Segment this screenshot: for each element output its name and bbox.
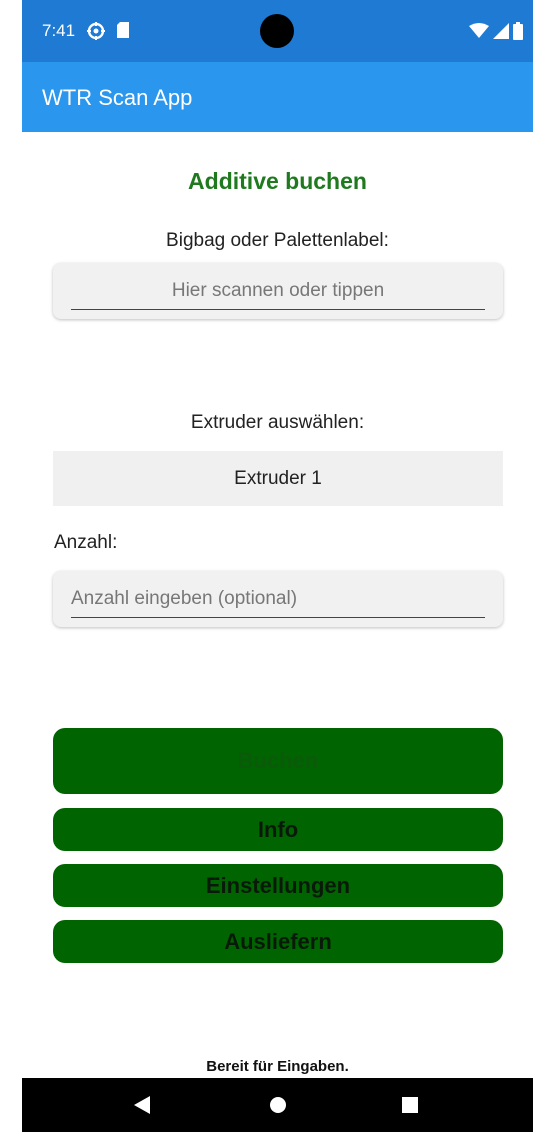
status-bar: 7:41 [22, 0, 533, 62]
anzahl-input[interactable] [71, 581, 485, 618]
back-icon[interactable] [134, 1096, 150, 1114]
status-right-icons [469, 20, 523, 42]
ausliefern-button[interactable]: Ausliefern [53, 920, 503, 963]
scan-input-container [53, 263, 503, 319]
device-screen: 7:41 WTR Scan App Additive buchen Bigbag… [0, 0, 533, 1132]
label-anzahl: Anzahl: [54, 532, 118, 553]
info-button[interactable]: Info [53, 808, 503, 851]
einstellungen-button[interactable]: Einstellungen [53, 864, 503, 907]
buchen-button[interactable]: Buchen [53, 728, 503, 794]
settings-icon [87, 22, 105, 40]
status-time: 7:41 [42, 21, 76, 40]
extruder-picker[interactable]: Extruder 1 [53, 451, 503, 506]
anzahl-input-container [53, 571, 503, 627]
scan-input[interactable] [71, 273, 485, 310]
app-window: 7:41 WTR Scan App Additive buchen Bigbag… [22, 0, 533, 1132]
app-title: WTR Scan App [42, 85, 193, 110]
home-icon[interactable] [270, 1097, 286, 1113]
signal-icon [493, 23, 509, 39]
front-camera [260, 14, 294, 48]
wifi-icon [469, 23, 489, 38]
page-title: Additive buchen [188, 168, 367, 194]
recents-icon[interactable] [402, 1097, 418, 1113]
battery-icon [513, 22, 523, 40]
app-bar: WTR Scan App [22, 62, 533, 132]
label-bigbag: Bigbag oder Palettenlabel: [166, 230, 389, 251]
navigation-bar [22, 1078, 533, 1132]
label-extruder: Extruder auswählen: [190, 412, 365, 433]
sd-card-icon [117, 22, 129, 38]
status-message: Bereit für Eingaben. [206, 1058, 349, 1075]
